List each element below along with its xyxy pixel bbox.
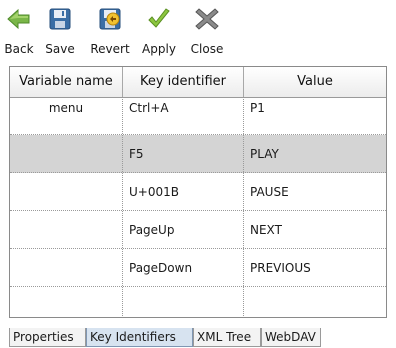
tab-key-identifiers[interactable]: Key Identifiers (86, 328, 193, 347)
back-button[interactable]: Back (0, 6, 38, 60)
key-identifier-cell: U+001B (123, 173, 244, 210)
variable-name-cell: menu (10, 97, 123, 134)
bottom-tab-bar: Properties Key Identifiers XML Tree WebD… (9, 328, 396, 348)
apply-label: Apply (142, 42, 176, 56)
value-cell (244, 287, 386, 317)
key-identifier-cell: PageDown (123, 249, 244, 286)
close-label: Close (190, 42, 224, 56)
table-header: Variable name Key identifier Value (10, 67, 386, 98)
revert-button[interactable]: Revert (84, 6, 136, 60)
tab-webdav[interactable]: WebDAV (261, 328, 321, 347)
tab-properties[interactable]: Properties (9, 328, 86, 347)
column-header-value[interactable]: Value (244, 67, 386, 97)
save-label: Save (45, 42, 75, 56)
variable-name-cell (10, 249, 123, 286)
key-identifier-cell: PageUp (123, 211, 244, 248)
variable-name-cell (10, 211, 123, 248)
checkmark-icon (146, 6, 172, 32)
table-row[interactable]: PageDown PREVIOUS (10, 249, 386, 287)
table-row[interactable]: U+001B PAUSE (10, 173, 386, 211)
table-row[interactable]: menu Ctrl+A P1 (10, 97, 386, 135)
value-cell: PLAY (250, 147, 279, 161)
table-row[interactable]: PageUp NEXT (10, 211, 386, 249)
variable-name-cell (10, 135, 123, 172)
apply-button[interactable]: Apply (136, 6, 182, 60)
revert-label: Revert (90, 42, 130, 56)
tab-xml-tree[interactable]: XML Tree (193, 328, 261, 347)
variable-name-cell (10, 173, 123, 210)
save-button[interactable]: Save (38, 6, 82, 60)
key-identifier-cell: F5 (123, 135, 244, 172)
value-cell: P1 (250, 101, 265, 115)
revert-icon (97, 6, 123, 32)
variable-name-cell (10, 287, 123, 317)
back-label: Back (4, 42, 34, 56)
table-row-empty[interactable] (10, 287, 386, 317)
key-identifiers-table: Variable name Key identifier Value menu … (9, 66, 387, 318)
arrow-left-icon (6, 6, 32, 32)
column-header-key-identifier[interactable]: Key identifier (123, 67, 244, 97)
value-cell: NEXT (250, 223, 282, 237)
floppy-disk-icon (47, 6, 73, 32)
close-button[interactable]: Close (186, 6, 228, 60)
value-cell: PREVIOUS (250, 261, 311, 275)
close-x-icon (194, 6, 220, 32)
key-identifier-cell: Ctrl+A (123, 97, 244, 134)
value-cell: PAUSE (250, 185, 289, 199)
key-identifier-cell (123, 287, 244, 317)
toolbar: Back Save Revert Apply Close (0, 0, 396, 64)
table-row-selected[interactable]: F5 PLAY (10, 135, 386, 173)
column-header-variable-name[interactable]: Variable name (10, 67, 123, 97)
